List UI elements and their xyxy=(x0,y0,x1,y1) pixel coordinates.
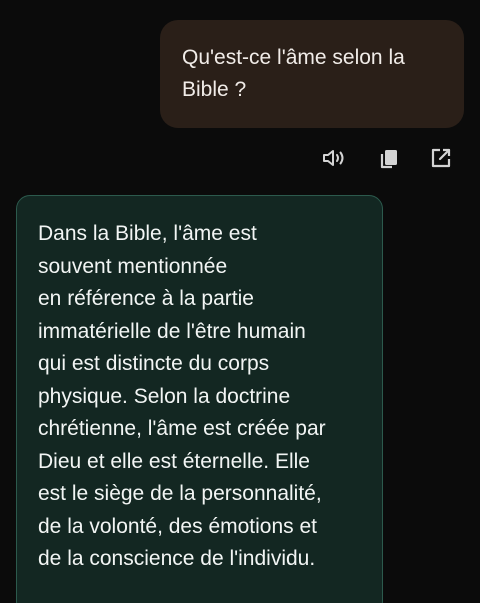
user-message-line: Bible ? xyxy=(182,78,247,101)
assistant-message-line: de la volonté, des émotions et xyxy=(38,514,318,538)
assistant-message-line: immatérielle de l'être humain xyxy=(38,319,306,343)
assistant-message-line: qui est distincte du corps xyxy=(38,352,270,375)
assistant-message-line: chrétienne, l'âme est créée par xyxy=(38,417,326,440)
copy-icon xyxy=(377,146,401,170)
assistant-message-bubble: Dans la Bible, l'âme est souvent mention… xyxy=(16,195,383,603)
chat-screen: Qu'est-ce l'âme selon la Bible ? Dans la… xyxy=(0,0,480,603)
user-message-line: Qu'est-ce l'âme selon la xyxy=(182,46,405,69)
share-button[interactable] xyxy=(425,144,457,172)
message-actions xyxy=(0,144,480,172)
share-external-icon xyxy=(429,146,453,170)
assistant-message-line: Dans la Bible, l'âme est xyxy=(38,222,257,245)
assistant-message-line: souvent mentionnée xyxy=(38,254,228,278)
assistant-message-line: de la conscience de l'individu. xyxy=(38,547,316,570)
speaker-button[interactable] xyxy=(319,144,351,172)
assistant-message-line: est le siège de la personnalité, xyxy=(38,482,322,505)
assistant-message-line: Dieu et elle est éternelle. Elle xyxy=(38,449,310,473)
assistant-message-line: en référence à la partie xyxy=(38,287,254,310)
speaker-icon xyxy=(321,146,349,170)
assistant-message-line: physique. Selon la doctrine xyxy=(38,384,291,408)
user-message-bubble: Qu'est-ce l'âme selon la Bible ? xyxy=(160,20,464,128)
copy-button[interactable] xyxy=(373,144,405,172)
